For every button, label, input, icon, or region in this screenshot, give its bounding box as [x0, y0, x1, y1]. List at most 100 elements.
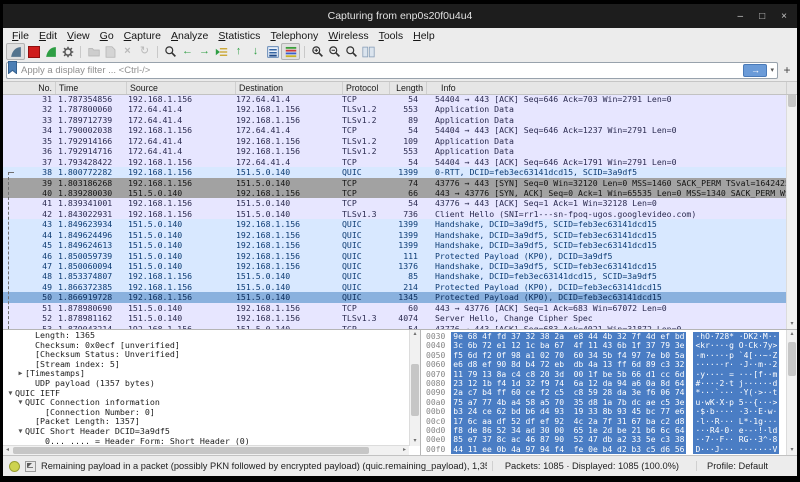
bytes-scrollbar[interactable] — [786, 330, 797, 455]
hex-row[interactable]: 00309e 68 4f fd 37 32 38 2a e8 44 4b 32 … — [426, 332, 786, 341]
packet-row-52[interactable]: 521.878981162151.5.0.140192.168.1.156TLS… — [3, 313, 787, 323]
hex-row[interactable]: 0060e6 d8 ef 90 8d b4 72 eb db 4a 13 ff … — [426, 360, 786, 369]
zoom-in-icon[interactable] — [309, 44, 326, 59]
hex-row[interactable]: 00902a c7 b4 ff 60 ce f2 c5 c8 59 28 da … — [426, 388, 786, 397]
zoom-out-icon[interactable] — [326, 44, 343, 59]
hex-row[interactable]: 00b0b3 24 ce 62 bd b6 d4 93 19 33 8b 93 … — [426, 407, 786, 416]
packet-row-38[interactable]: 381.800772282192.168.1.156151.5.0.140QUI… — [3, 167, 787, 177]
packet-row-45[interactable]: 451.849624613151.5.0.140192.168.1.156QUI… — [3, 240, 787, 250]
detail-hscrollbar[interactable] — [3, 445, 409, 455]
packet-row-39[interactable]: 391.803186268192.168.1.156151.5.0.140TCP… — [3, 178, 787, 188]
hex-ascii[interactable]: ······r· ·J··m··2 — [693, 360, 779, 369]
collapsed-arrow-icon[interactable]: ▶ — [16, 369, 25, 379]
hex-ascii[interactable]: D···J··· ·······V — [693, 445, 779, 454]
menu-analyze[interactable]: Analyze — [166, 30, 213, 42]
hex-ascii[interactable]: ···R4·0· e·-·!·ld — [693, 426, 779, 435]
minimize-button[interactable]: – — [738, 11, 744, 22]
hex-bytes[interactable]: 75 a7 77 4b a4 58 a5 70 35 d8 1a 7b dc a… — [451, 398, 686, 407]
hex-bytes[interactable]: 9e 68 4f fd 37 32 38 2a e8 44 4b 32 7f 4… — [451, 332, 686, 341]
hex-ascii[interactable]: *···`··· ·Y(·>··t — [693, 388, 779, 397]
hex-ascii[interactable]: ·hO·728* ·DK2·M·· — [693, 332, 779, 341]
packet-row-31[interactable]: 311.787354856192.168.1.156172.64.41.4TCP… — [3, 94, 787, 104]
hex-bytes[interactable]: b3 24 ce 62 bd b6 d4 93 19 33 8b 93 45 b… — [451, 407, 686, 416]
menu-tools[interactable]: Tools — [374, 30, 409, 42]
hex-ascii[interactable]: ·$·b···· ·3··E·w· — [693, 407, 779, 416]
packet-row-35[interactable]: 351.792914166172.64.41.4192.168.1.156TLS… — [3, 136, 787, 146]
packet-row-41[interactable]: 411.839341001192.168.1.156151.5.0.140TCP… — [3, 198, 787, 208]
menu-go[interactable]: Go — [95, 30, 119, 42]
hex-ascii[interactable]: ·m·····p `4[··~·Z — [693, 351, 779, 360]
packet-row-51[interactable]: 511.878980690151.5.0.140192.168.1.156TCP… — [3, 303, 787, 313]
packet-row-48[interactable]: 481.853374807192.168.1.156151.5.0.140QUI… — [3, 271, 787, 281]
scrollbar-thumb[interactable] — [788, 93, 796, 107]
go-back-icon[interactable]: ← — [179, 44, 196, 59]
find-packet-icon[interactable] — [162, 44, 179, 59]
scrollbar-thumb[interactable] — [788, 342, 796, 376]
hex-ascii[interactable]: <kr····g O·Ck·7y> — [693, 341, 779, 350]
menu-help[interactable]: Help — [408, 30, 440, 42]
hex-row[interactable]: 00403c 6b 72 e1 12 1c ba 67 4f 11 43 6b … — [426, 341, 786, 350]
packet-row-36[interactable]: 361.792914716172.64.41.4192.168.1.156TLS… — [3, 146, 787, 156]
close-button[interactable]: × — [781, 11, 787, 22]
zoom-reset-icon[interactable] — [343, 44, 360, 59]
menu-statistics[interactable]: Statistics — [213, 30, 265, 42]
maximize-button[interactable]: □ — [759, 11, 765, 22]
hex-row[interactable]: 007011 79 13 8a c4 c8 20 3d 00 1f be 5b … — [426, 370, 786, 379]
start-capture-icon[interactable] — [6, 43, 25, 60]
detail-line[interactable]: UDP payload (1357 bytes) — [3, 379, 409, 389]
expanded-arrow-icon[interactable]: ▼ — [16, 398, 25, 408]
packet-row-40[interactable]: 401.839280030151.5.0.140192.168.1.156TCP… — [3, 188, 787, 198]
auto-scroll-icon[interactable] — [264, 44, 281, 59]
go-to-packet-icon[interactable] — [213, 44, 230, 59]
hex-row[interactable]: 00a075 a7 77 4b a4 58 a5 70 35 d8 1a 7b … — [426, 398, 786, 407]
menu-view[interactable]: View — [62, 30, 95, 42]
hex-ascii[interactable]: ··7··F·· RG··3^·8 — [693, 435, 779, 444]
packet-row-37[interactable]: 371.793428422192.168.1.156172.64.41.4TCP… — [3, 157, 787, 167]
filter-dropdown-caret[interactable]: ▾ — [770, 66, 774, 74]
reload-icon[interactable]: ↻ — [136, 44, 153, 59]
packet-row-46[interactable]: 461.850059739151.5.0.140192.168.1.156QUI… — [3, 251, 787, 261]
scroll-up-arrow-icon[interactable] — [787, 330, 797, 339]
go-bottom-icon[interactable]: ↓ — [247, 44, 264, 59]
colorize-icon[interactable] — [281, 43, 300, 60]
menu-telephony[interactable]: Telephony — [265, 30, 323, 42]
packet-row-49[interactable]: 491.866372385192.168.1.156151.5.0.140QUI… — [3, 282, 787, 292]
scroll-right-arrow-icon[interactable] — [400, 446, 409, 455]
packet-row-47[interactable]: 471.850060094151.5.0.140192.168.1.156QUI… — [3, 261, 787, 271]
hex-ascii[interactable]: ·y···· = ···[f··m — [693, 370, 779, 379]
hex-bytes[interactable]: 44 11 ee 0b 4a 97 94 f4 fe 0e b4 d2 b3 c… — [451, 445, 686, 454]
title-bar[interactable]: Capturing from enp0s20f0u4u4 –□× — [3, 4, 797, 28]
open-file-icon[interactable] — [85, 44, 102, 59]
packet-row-50[interactable]: 501.866919728192.168.1.156151.5.0.140QUI… — [3, 292, 787, 302]
scrollbar-thumb[interactable] — [13, 447, 369, 454]
hex-row[interactable]: 00d0f8 de 86 52 34 ad 30 00 65 1e 2d be … — [426, 426, 786, 435]
filter-apply-button[interactable]: → — [743, 64, 767, 77]
save-file-icon[interactable] — [102, 44, 119, 59]
close-file-icon[interactable]: × — [119, 44, 136, 59]
scrollbar-thumb[interactable] — [411, 364, 419, 416]
hex-bytes[interactable]: 11 79 13 8a c4 c8 20 3d 00 1f be 5b 66 d… — [451, 370, 686, 379]
restart-capture-icon[interactable] — [42, 44, 59, 59]
scroll-up-arrow-icon[interactable] — [410, 330, 420, 339]
go-forward-icon[interactable]: → — [196, 44, 213, 59]
detail-scrollbar[interactable] — [409, 330, 420, 446]
packet-row-34[interactable]: 341.790002038192.168.1.156172.64.41.4TCP… — [3, 125, 787, 135]
hex-bytes[interactable]: 85 e7 37 8c ac 46 87 90 52 47 db a2 33 5… — [451, 435, 686, 444]
hex-bytes[interactable]: 3c 6b 72 e1 12 1c ba 67 4f 11 43 6b 1f 3… — [451, 341, 686, 350]
menu-capture[interactable]: Capture — [119, 30, 166, 42]
column-header-source[interactable]: Source — [127, 82, 236, 94]
display-filter-input[interactable] — [18, 65, 743, 76]
hex-row[interactable]: 0050f5 6d f2 0f 98 a1 02 70 60 34 5b f4 … — [426, 351, 786, 360]
go-top-icon[interactable]: ↑ — [230, 44, 247, 59]
scroll-down-arrow-icon[interactable] — [787, 446, 797, 455]
filter-add-button[interactable]: + — [781, 64, 793, 76]
capture-comment-icon[interactable] — [25, 461, 36, 472]
hex-bytes[interactable]: e6 d8 ef 90 8d b4 72 eb db 4a 13 ff 6d 8… — [451, 360, 686, 369]
expert-info-icon[interactable] — [9, 461, 20, 472]
hex-row[interactable]: 00e085 e7 37 8c ac 46 87 90 52 47 db a2 … — [426, 435, 786, 444]
packet-row-33[interactable]: 331.789712739172.64.41.4192.168.1.156TLS… — [3, 115, 787, 125]
column-header-destination[interactable]: Destination — [236, 82, 343, 94]
column-header-length[interactable]: Length — [390, 82, 427, 94]
scroll-down-arrow-icon[interactable] — [410, 437, 420, 446]
packet-row-32[interactable]: 321.787800060172.64.41.4192.168.1.156TLS… — [3, 104, 787, 114]
